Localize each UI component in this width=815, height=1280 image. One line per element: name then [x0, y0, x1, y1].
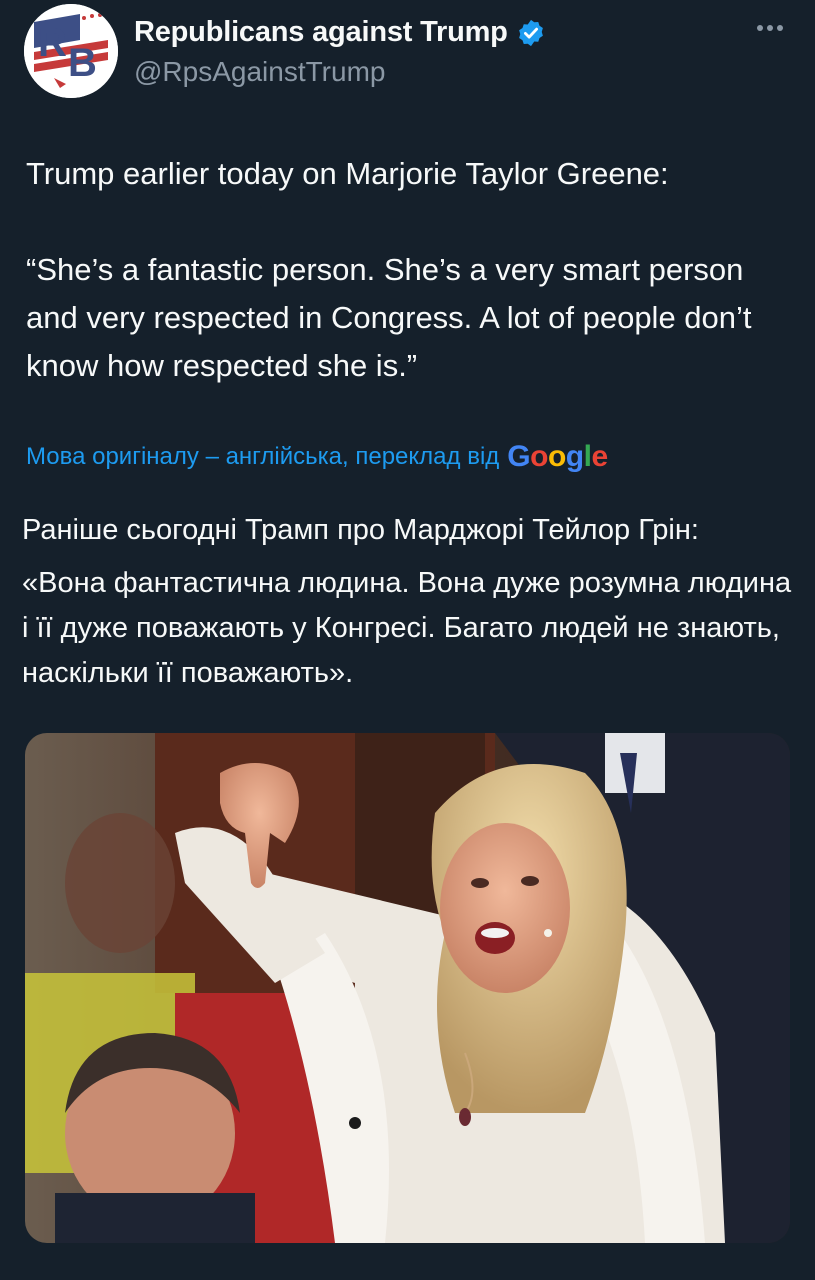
translation-label: Мова оригіналу – англійська, переклад ві… [26, 443, 500, 470]
name-row: Republicans against Trump [134, 16, 546, 49]
translation-paragraph-1: Раніше сьогодні Трамп про Марджорі Тейло… [22, 514, 699, 546]
handle[interactable]: @RpsAgainstTrump [134, 56, 385, 88]
tweet-text: Trump earlier today on Marjorie Taylor G… [26, 156, 752, 383]
svg-text:R: R [38, 21, 67, 65]
translated-text: Раніше сьогодні Трамп про Марджорі Тейло… [22, 508, 792, 696]
tweet-header: R B Republicans against Trump @RpsAgains… [24, 4, 791, 100]
avatar[interactable]: R B [24, 4, 118, 98]
translation-paragraph-2: «Вона фантастична людина. Вона дуже розу… [22, 567, 792, 689]
avatar-logo: R B [24, 4, 118, 98]
display-name[interactable]: Republicans against Trump [134, 16, 508, 49]
more-options-icon[interactable] [757, 18, 791, 34]
photo-image [25, 733, 790, 1243]
svg-text:B: B [68, 41, 97, 85]
translation-attribution[interactable]: Мова оригіналу – англійська, переклад ві… [26, 440, 608, 474]
verified-badge-icon [518, 19, 543, 46]
google-logo: Google [507, 440, 608, 473]
tweet-photo[interactable] [25, 733, 790, 1243]
